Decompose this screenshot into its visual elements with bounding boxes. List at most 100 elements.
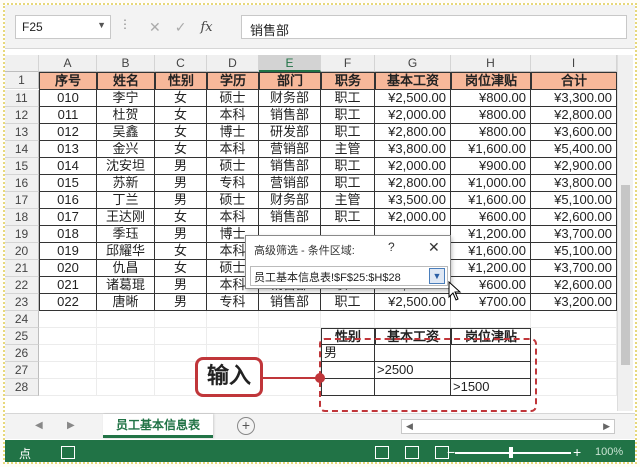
- row-header[interactable]: 13: [5, 124, 39, 141]
- table-cell[interactable]: 杜贺: [97, 107, 155, 124]
- table-cell[interactable]: ¥1,000.00: [451, 175, 531, 192]
- table-cell[interactable]: 职工: [321, 124, 375, 141]
- table-cell[interactable]: 研发部: [259, 124, 321, 141]
- table-cell[interactable]: 女: [155, 209, 207, 226]
- table-cell[interactable]: ¥2,600.00: [531, 277, 617, 294]
- table-cell[interactable]: 王达刚: [97, 209, 155, 226]
- table-cell[interactable]: 本科: [207, 107, 259, 124]
- zoom-slider-knob[interactable]: [509, 447, 513, 458]
- table-cell[interactable]: ¥1,200.00: [451, 226, 531, 243]
- empty-cell[interactable]: [97, 345, 155, 362]
- table-cell[interactable]: ¥5,100.00: [531, 243, 617, 260]
- table-cell[interactable]: ¥600.00: [451, 277, 531, 294]
- table-cell[interactable]: ¥700.00: [451, 294, 531, 311]
- empty-cell[interactable]: [39, 362, 97, 379]
- cancel-icon[interactable]: ✕: [149, 19, 161, 36]
- table-cell[interactable]: 吴鑫: [97, 124, 155, 141]
- table-cell[interactable]: 职工: [321, 107, 375, 124]
- table-header-cell[interactable]: 性别: [155, 72, 207, 90]
- empty-cell[interactable]: [531, 311, 617, 328]
- table-cell[interactable]: 010: [39, 90, 97, 107]
- column-header[interactable]: H: [451, 55, 531, 72]
- table-cell[interactable]: 男: [155, 192, 207, 209]
- row-header[interactable]: 20: [5, 243, 39, 260]
- table-cell[interactable]: 销售部: [259, 294, 321, 311]
- table-cell[interactable]: 女: [155, 243, 207, 260]
- empty-cell[interactable]: [259, 379, 321, 396]
- table-cell[interactable]: 沈安坦: [97, 158, 155, 175]
- table-cell[interactable]: ¥2,000.00: [375, 158, 451, 175]
- zoom-level[interactable]: 100%: [595, 446, 623, 458]
- empty-cell[interactable]: [155, 311, 207, 328]
- table-cell[interactable]: 021: [39, 277, 97, 294]
- empty-cell[interactable]: [207, 328, 259, 345]
- normal-view-icon[interactable]: [375, 446, 389, 459]
- table-cell[interactable]: 012: [39, 124, 97, 141]
- table-cell[interactable]: 苏新: [97, 175, 155, 192]
- row-header[interactable]: 28: [5, 379, 39, 396]
- table-cell[interactable]: ¥3,300.00: [531, 90, 617, 107]
- chevron-down-icon[interactable]: ▼: [97, 20, 106, 30]
- empty-cell[interactable]: [39, 311, 97, 328]
- table-cell[interactable]: 016: [39, 192, 97, 209]
- row-header[interactable]: 18: [5, 209, 39, 226]
- close-icon[interactable]: ✕: [428, 239, 440, 256]
- expand-dialog-icon[interactable]: ▼: [429, 268, 445, 284]
- zoom-slider[interactable]: [455, 452, 571, 454]
- row-header[interactable]: 12: [5, 107, 39, 124]
- table-cell[interactable]: ¥3,200.00: [531, 294, 617, 311]
- scroll-thumb[interactable]: [621, 185, 630, 365]
- column-header[interactable]: E: [259, 55, 321, 72]
- empty-cell[interactable]: [97, 328, 155, 345]
- table-header-cell[interactable]: 部门: [259, 72, 321, 90]
- table-cell[interactable]: 014: [39, 158, 97, 175]
- table-cell[interactable]: 013: [39, 141, 97, 158]
- table-header-cell[interactable]: 学历: [207, 72, 259, 90]
- empty-cell[interactable]: [39, 328, 97, 345]
- table-cell[interactable]: 季珏: [97, 226, 155, 243]
- table-cell[interactable]: 022: [39, 294, 97, 311]
- row-header[interactable]: 16: [5, 175, 39, 192]
- table-cell[interactable]: 男: [155, 158, 207, 175]
- table-cell[interactable]: 营销部: [259, 141, 321, 158]
- table-header-cell[interactable]: 基本工资: [375, 72, 451, 90]
- table-header-cell[interactable]: 合计: [531, 72, 617, 90]
- table-cell[interactable]: 销售部: [259, 209, 321, 226]
- table-cell[interactable]: ¥2,600.00: [531, 209, 617, 226]
- table-cell[interactable]: ¥1,600.00: [451, 192, 531, 209]
- table-cell[interactable]: 男: [155, 294, 207, 311]
- table-cell[interactable]: 015: [39, 175, 97, 192]
- empty-cell[interactable]: [531, 362, 617, 379]
- table-cell[interactable]: 专科: [207, 175, 259, 192]
- table-header-cell[interactable]: 姓名: [97, 72, 155, 90]
- table-cell[interactable]: 硕士: [207, 158, 259, 175]
- empty-cell[interactable]: [531, 345, 617, 362]
- table-cell[interactable]: ¥1,600.00: [451, 243, 531, 260]
- table-cell[interactable]: 丁兰: [97, 192, 155, 209]
- row-header[interactable]: 23: [5, 294, 39, 311]
- table-cell[interactable]: 男: [155, 226, 207, 243]
- page-layout-icon[interactable]: [405, 446, 419, 459]
- empty-cell[interactable]: [97, 362, 155, 379]
- table-cell[interactable]: 销售部: [259, 107, 321, 124]
- table-cell[interactable]: 男: [155, 277, 207, 294]
- table-cell[interactable]: ¥3,800.00: [531, 175, 617, 192]
- table-cell[interactable]: ¥2,800.00: [375, 175, 451, 192]
- column-header[interactable]: D: [207, 55, 259, 72]
- vertical-scrollbar[interactable]: [617, 55, 633, 411]
- table-cell[interactable]: 女: [155, 107, 207, 124]
- formula-input[interactable]: 销售部: [241, 15, 627, 39]
- table-cell[interactable]: 018: [39, 226, 97, 243]
- table-cell[interactable]: 020: [39, 260, 97, 277]
- row-header[interactable]: 26: [5, 345, 39, 362]
- table-cell[interactable]: 诸葛琨: [97, 277, 155, 294]
- table-cell[interactable]: ¥3,800.00: [375, 141, 451, 158]
- name-box[interactable]: F25 ▼: [15, 15, 111, 39]
- table-cell[interactable]: 仇昌: [97, 260, 155, 277]
- macro-record-icon[interactable]: [61, 446, 75, 459]
- column-header[interactable]: B: [97, 55, 155, 72]
- table-cell[interactable]: ¥2,800.00: [375, 124, 451, 141]
- table-cell[interactable]: ¥1,200.00: [451, 260, 531, 277]
- table-cell[interactable]: ¥2,500.00: [375, 90, 451, 107]
- table-cell[interactable]: 硕士: [207, 192, 259, 209]
